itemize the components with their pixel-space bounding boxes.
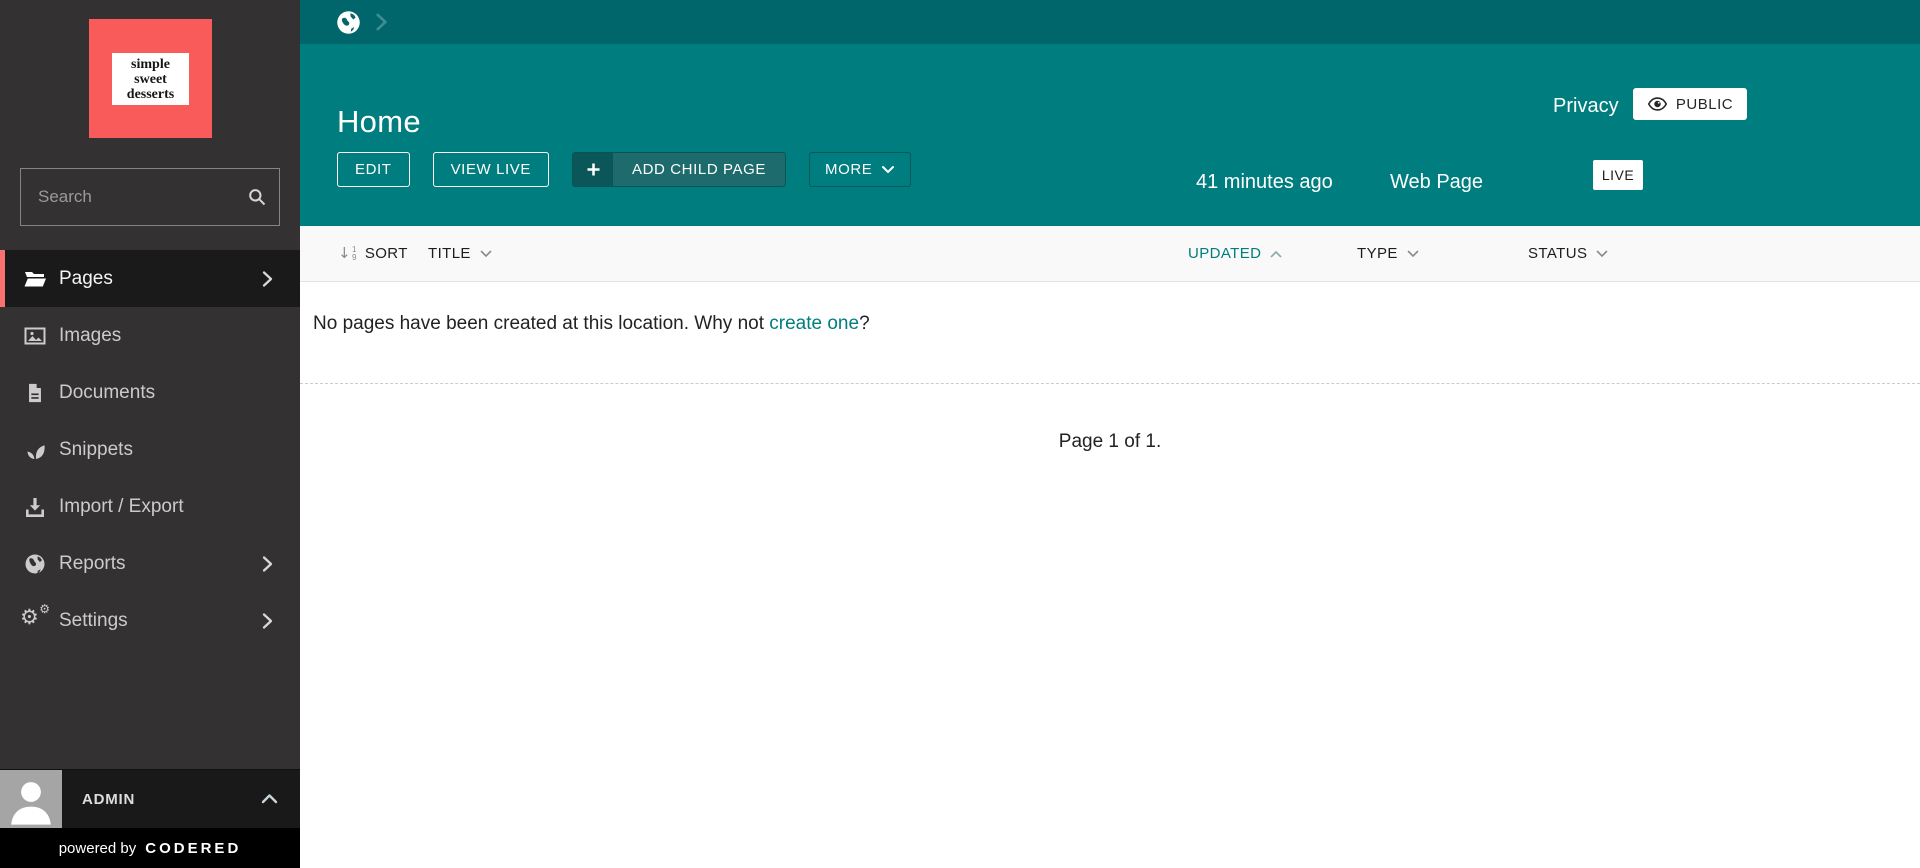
view-live-button[interactable]: VIEW LIVE: [433, 152, 549, 187]
more-button[interactable]: MORE: [809, 152, 911, 187]
chevron-down-icon: [1596, 250, 1608, 258]
chevron-right-icon: [260, 269, 274, 289]
page-header: Home Privacy PUBLIC EDIT VIEW LIVE: [300, 44, 1920, 226]
column-updated[interactable]: UPDATED: [1188, 226, 1282, 281]
pagination-text: Page 1 of 1.: [300, 431, 1920, 453]
account-username: ADMIN: [82, 791, 135, 808]
account-menu-toggle[interactable]: ADMIN: [0, 769, 300, 828]
column-sort[interactable]: ↓ 1 9 SORT: [338, 226, 408, 281]
chevron-down-icon: [480, 250, 492, 258]
privacy-label: Privacy: [1553, 95, 1619, 118]
listing-column-headers: ↓ 1 9 SORT TITLE UPDATED: [300, 226, 1920, 282]
chevron-down-icon: [881, 165, 895, 174]
image-icon: [22, 323, 47, 348]
powered-by-link[interactable]: powered by CodeRed: [0, 828, 300, 868]
chevron-right-icon: [260, 611, 274, 631]
live-status-badge[interactable]: LIVE: [1593, 160, 1643, 190]
breadcrumb: [300, 0, 1920, 44]
sidebar-menu: Pages Images: [0, 250, 300, 649]
page-type-text: Web Page: [1390, 171, 1483, 194]
column-type[interactable]: TYPE: [1357, 226, 1419, 281]
codered-logo: CodeRed: [145, 840, 241, 857]
eye-icon: [1647, 96, 1668, 112]
cms-admin-screen: simple sweet desserts P: [0, 0, 1920, 868]
download-icon: [22, 494, 47, 519]
search-input[interactable]: [21, 169, 279, 225]
chevron-up-icon: [261, 794, 278, 805]
search-box: [20, 168, 280, 226]
column-status[interactable]: STATUS: [1528, 226, 1608, 281]
sidebar-item-images[interactable]: Images: [0, 307, 300, 364]
chevron-up-icon: [1270, 250, 1282, 258]
chevron-down-icon: [1407, 250, 1419, 258]
edit-button[interactable]: EDIT: [337, 152, 410, 187]
last-updated-text: 41 minutes ago: [1196, 171, 1333, 194]
site-logo-text: simple sweet desserts: [112, 53, 189, 105]
sidebar-item-snippets[interactable]: Snippets: [0, 421, 300, 478]
site-logo[interactable]: simple sweet desserts: [89, 19, 212, 138]
main-content: Home Privacy PUBLIC EDIT VIEW LIVE: [300, 0, 1920, 868]
chevron-right-icon: [260, 554, 274, 574]
plus-icon: [573, 152, 613, 187]
page-actions: EDIT VIEW LIVE ADD CHILD PAGE MORE: [337, 152, 911, 187]
globe-icon: [22, 551, 47, 576]
sidebar-item-import-export[interactable]: Import / Export: [0, 478, 300, 535]
snippet-leaf-icon: [22, 437, 47, 462]
globe-icon[interactable]: [335, 9, 362, 36]
sidebar-item-settings[interactable]: Settings: [0, 592, 300, 649]
empty-listing-message: No pages have been created at this locat…: [313, 313, 870, 335]
privacy-public-button[interactable]: PUBLIC: [1633, 88, 1747, 120]
search-icon[interactable]: [243, 183, 271, 211]
chevron-right-icon: [373, 11, 389, 33]
column-title[interactable]: TITLE: [428, 226, 492, 281]
create-one-link[interactable]: create one: [769, 313, 859, 334]
listing-divider: [300, 383, 1920, 384]
sidebar-item-documents[interactable]: Documents: [0, 364, 300, 421]
sort-numeric-icon: ↓ 1 9: [338, 245, 357, 262]
document-icon: [22, 380, 47, 405]
page-title: Home: [337, 104, 421, 140]
sidebar-item-reports[interactable]: Reports: [0, 535, 300, 592]
sidebar: simple sweet desserts P: [0, 0, 300, 868]
add-child-page-button[interactable]: ADD CHILD PAGE: [572, 152, 786, 187]
user-avatar-icon: [0, 770, 62, 828]
folder-open-icon: [22, 266, 47, 291]
gears-icon: [22, 608, 47, 633]
sidebar-item-pages[interactable]: Pages: [0, 250, 300, 307]
